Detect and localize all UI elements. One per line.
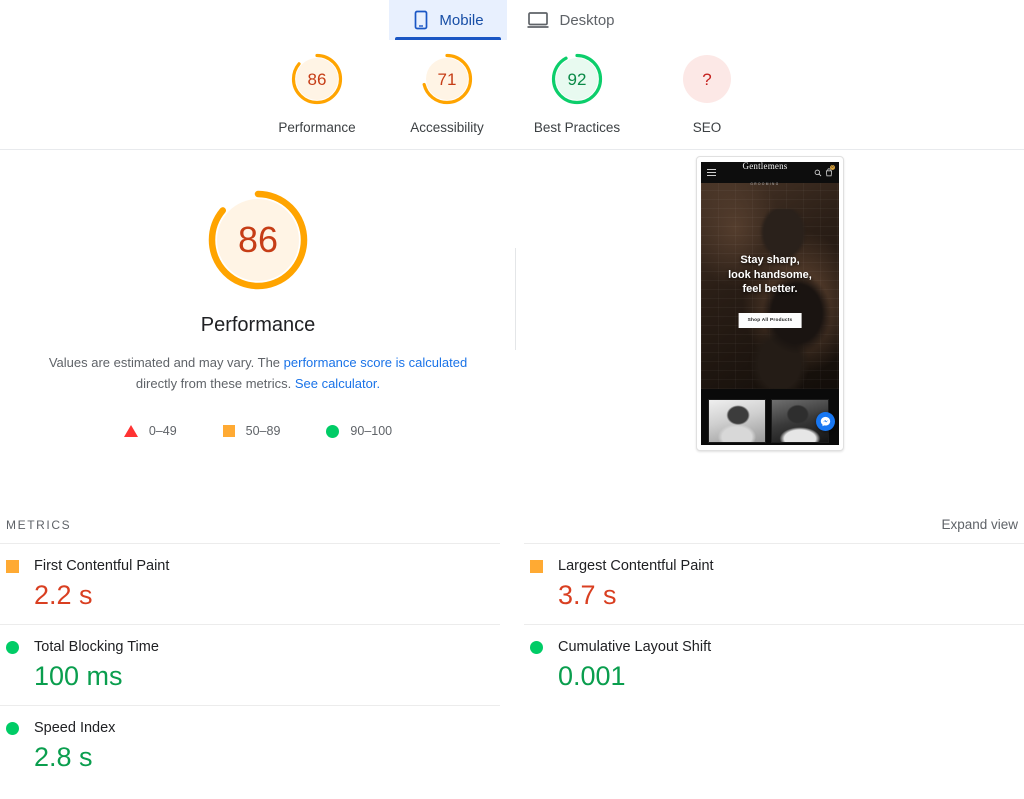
screenshot-viewport: Gentlemens GROOMING 0 Stay sharp, look h… [701,162,839,445]
desktop-monitor-icon [527,11,549,29]
hero-score-value: 86 [237,219,279,260]
cart-count-badge: 0 [830,165,835,170]
shop-all-products-button[interactable]: Shop All Products [738,313,802,328]
score-gauge-performance[interactable]: 86 Performance [252,52,382,135]
metric-header: First Contentful Paint [6,558,494,574]
metric-value: 100 ms [34,661,123,691]
site-hero-banner: Stay sharp, look handsome, feel better. … [701,183,839,389]
device-tab-bar: Mobile Desktop [0,0,1024,44]
legend-item-average: 50–89 [222,424,281,438]
score-gauge-seo[interactable]: ? SEO [642,52,772,135]
metric-header: Cumulative Layout Shift [530,639,1018,655]
legend-range-good: 90–100 [350,424,393,438]
score-gauge-best-practices[interactable]: 92 Best Practices [512,52,642,135]
hero-desc-text-1: Values are estimated and may vary. The [48,355,284,370]
hero-desc-text-2: directly from these metrics. [135,376,295,391]
metric-name: First Contentful Paint [34,558,170,574]
score-label-seo: SEO [692,120,722,135]
score-value-best-practices: 92 [567,69,587,89]
triangle-marker-icon [123,425,138,437]
metrics-header: METRICS Expand view [0,517,1024,532]
hero-score-panel: 86 Performance Values are estimated and … [0,150,516,515]
hero-headline-line-2: look handsome, [728,268,812,281]
legend-item-good: 90–100 [326,424,392,438]
tab-mobile-label: Mobile [439,11,484,29]
metric-cumulative-layout-shift[interactable]: Cumulative Layout Shift 0.001 [524,624,1024,705]
score-value-accessibility: 71 [437,69,457,89]
expand-view-button[interactable]: Expand view [941,517,1018,532]
hamburger-menu-icon [707,168,716,177]
performance-hero-section: 86 Performance Values are estimated and … [0,150,1024,515]
metric-value: 3.7 s [558,580,617,610]
metric-value: 2.2 s [34,580,93,610]
site-hero-headline: Stay sharp, look handsome, feel better. [701,253,839,297]
circle-marker-icon [326,424,340,438]
search-icon [814,169,822,176]
score-gauge-accessibility[interactable]: 71 Accessibility [382,52,512,135]
hero-headline-line-1: Stay sharp, [740,254,800,266]
mobile-phone-icon [413,10,429,30]
score-label-best-practices: Best Practices [533,120,621,135]
metric-first-contentful-paint[interactable]: First Contentful Paint 2.2 s [0,543,500,624]
hero-description: Values are estimated and may vary. The p… [38,352,478,394]
score-value-seo: ? [702,69,712,89]
metric-name: Total Blocking Time [34,639,159,655]
metric-header: Largest Contentful Paint [530,558,1018,574]
site-header: Gentlemens GROOMING 0 [701,162,839,185]
metric-name: Largest Contentful Paint [558,558,714,574]
circle-marker-icon [530,640,543,654]
performance-score-link[interactable]: performance score is calculated [284,355,468,370]
gauge-ring-accessibility: 71 [420,52,474,106]
tab-desktop[interactable]: Desktop [507,0,634,40]
legend-range-poor: 0–49 [148,424,177,438]
legend-item-poor: 0–49 [123,424,177,438]
metric-placeholder [524,705,1024,786]
site-product-strip [701,389,839,445]
site-logo-main: Gentlemens [742,162,788,171]
tab-desktop-label: Desktop [559,11,615,29]
hero-title: Performance [200,314,316,336]
metric-header: Speed Index [6,720,494,736]
tab-mobile[interactable]: Mobile [389,0,508,40]
hero-vertical-divider [515,248,516,350]
metric-speed-index[interactable]: Speed Index 2.8 s [0,705,500,786]
gauge-ring-seo: ? [680,52,734,106]
page-screenshot-panel: Gentlemens GROOMING 0 Stay sharp, look h… [516,150,1024,515]
metric-name: Speed Index [34,720,116,736]
square-marker-icon [222,425,235,437]
hero-gauge-ring: 86 [206,188,310,292]
messenger-chat-icon[interactable] [816,412,835,431]
score-label-performance: Performance [278,120,356,135]
see-calculator-link[interactable]: See calculator. [295,376,380,391]
metric-header: Total Blocking Time [6,639,494,655]
site-logo-sub: GROOMING [750,181,780,186]
metric-name: Cumulative Layout Shift [558,639,712,655]
legend-range-average: 50–89 [245,424,281,438]
score-legend: 0–49 50–89 90–100 [123,424,392,438]
score-label-accessibility: Accessibility [410,120,484,135]
gauge-ring-performance: 86 [290,52,344,106]
metric-total-blocking-time[interactable]: Total Blocking Time 100 ms [0,624,500,705]
category-score-strip: 86 Performance 71 Accessibility 92 Best … [0,44,1024,149]
score-value-performance: 86 [307,69,327,89]
metrics-grid: First Contentful Paint 2.2 s Largest Con… [0,543,1024,786]
tab-active-indicator [395,37,502,40]
product-card[interactable] [708,399,766,443]
circle-marker-icon [6,721,19,735]
gauge-ring-best-practices: 92 [550,52,604,106]
square-marker-icon [6,559,19,573]
mobile-screenshot-thumbnail[interactable]: Gentlemens GROOMING 0 Stay sharp, look h… [696,156,844,451]
metrics-section-title: METRICS [6,518,72,532]
site-logo: Gentlemens GROOMING [743,162,788,189]
hero-headline-line-3: feel better. [742,283,798,295]
circle-marker-icon [6,640,19,654]
hero-photo-subject [741,209,837,389]
metric-largest-contentful-paint[interactable]: Largest Contentful Paint 3.7 s [524,543,1024,624]
square-marker-icon [530,559,543,573]
metric-value: 2.8 s [34,742,93,772]
site-header-icons: 0 [814,165,835,177]
metric-value: 0.001 [558,661,626,691]
